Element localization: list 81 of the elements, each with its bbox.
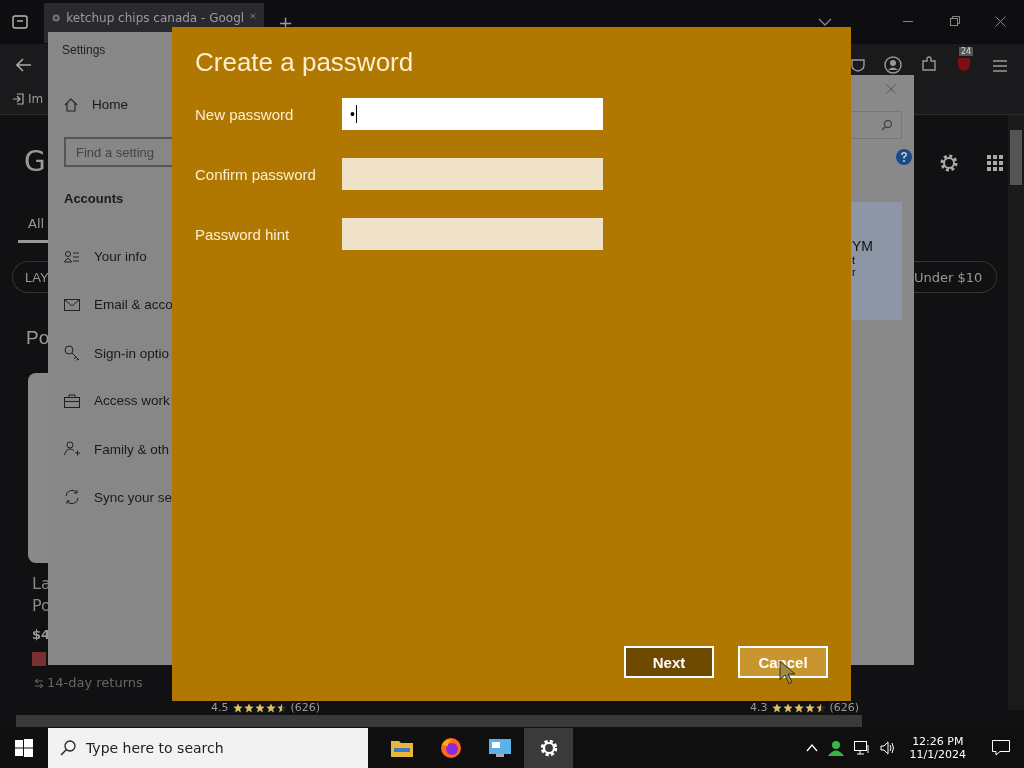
nav-item[interactable]: Sync your se bbox=[64, 489, 173, 505]
network-icon[interactable] bbox=[853, 741, 870, 755]
password-field[interactable] bbox=[342, 218, 603, 250]
star-icon bbox=[265, 702, 276, 713]
star-icon bbox=[232, 702, 243, 713]
folder-icon bbox=[390, 739, 413, 757]
help-icon[interactable] bbox=[896, 149, 912, 165]
windows-start-icon[interactable] bbox=[15, 739, 33, 757]
search-icon bbox=[60, 740, 76, 756]
sync-icon bbox=[64, 489, 80, 505]
star-icon bbox=[243, 702, 254, 713]
section-heading: Accounts bbox=[64, 191, 124, 206]
taskbar-search-field[interactable]: Type here to search bbox=[48, 728, 368, 768]
monitor-icon bbox=[488, 739, 511, 757]
add-person-icon bbox=[64, 441, 80, 457]
scrollbar[interactable] bbox=[16, 715, 862, 727]
back-arrow-icon[interactable] bbox=[16, 58, 32, 72]
briefcase-icon bbox=[64, 393, 80, 408]
speaker-icon[interactable] bbox=[879, 741, 896, 755]
notification-icon[interactable] bbox=[992, 740, 1010, 756]
contact-card-icon bbox=[64, 249, 80, 264]
minimize-icon[interactable] bbox=[903, 21, 913, 23]
scrollbar[interactable] bbox=[1008, 115, 1024, 710]
nav-item[interactable]: Family & oth bbox=[64, 441, 170, 457]
star-icon bbox=[804, 702, 815, 713]
close-icon[interactable] bbox=[995, 16, 1006, 27]
star-icon bbox=[815, 702, 826, 713]
search-icon bbox=[881, 119, 893, 131]
logo-letter: G bbox=[24, 145, 46, 178]
close-icon[interactable] bbox=[250, 11, 256, 21]
nav-item[interactable]: Access work bbox=[64, 393, 170, 408]
nav-item[interactable]: Sign-in optio bbox=[64, 345, 170, 361]
field-label: New password bbox=[195, 105, 295, 123]
rating-count: (626) bbox=[829, 701, 860, 714]
password-field[interactable] bbox=[342, 158, 603, 190]
search-tab[interactable]: All bbox=[28, 216, 45, 231]
star-icon bbox=[782, 702, 793, 713]
return-arrow-icon bbox=[34, 679, 44, 688]
rating-score: 4.5 bbox=[211, 701, 229, 714]
field-label: Confirm password bbox=[195, 165, 317, 183]
chevron-up-icon[interactable] bbox=[805, 744, 818, 752]
dialog-title: Create a password bbox=[195, 47, 415, 78]
shield-icon[interactable] bbox=[850, 58, 866, 72]
nav-item[interactable]: Your info bbox=[64, 249, 147, 264]
chevron-down-icon[interactable] bbox=[818, 18, 832, 26]
star-icon bbox=[771, 702, 782, 713]
account-icon[interactable] bbox=[884, 56, 902, 74]
field-label: Password hint bbox=[195, 225, 291, 243]
store-logo-icon bbox=[32, 652, 46, 666]
menu-icon[interactable] bbox=[993, 60, 1007, 72]
fox-globe-icon bbox=[439, 737, 462, 759]
settings-icon bbox=[538, 738, 559, 758]
home-icon bbox=[64, 97, 78, 112]
window-title: Settings bbox=[62, 43, 106, 57]
mail-icon bbox=[64, 298, 80, 311]
taskbar-app[interactable] bbox=[524, 728, 573, 768]
person-icon[interactable] bbox=[827, 740, 844, 756]
import-icon[interactable] bbox=[12, 93, 24, 105]
tab-list-icon[interactable] bbox=[12, 15, 28, 29]
notification-badge: 24 bbox=[959, 47, 974, 56]
settings-icon[interactable] bbox=[938, 152, 960, 174]
star-icon bbox=[276, 702, 287, 713]
restore-icon[interactable] bbox=[950, 16, 960, 26]
key-icon bbox=[64, 345, 80, 361]
next-button[interactable]: Next bbox=[624, 646, 714, 678]
apps-grid-icon[interactable] bbox=[986, 154, 1004, 172]
panel-text: t bbox=[852, 254, 857, 266]
product-price: $4 bbox=[32, 627, 51, 642]
section-heading: Po bbox=[26, 327, 50, 349]
nav-item[interactable]: Email & acco bbox=[64, 297, 173, 312]
clock[interactable]: 12:26 PM 11/1/2024 bbox=[909, 735, 966, 761]
star-icon bbox=[793, 702, 804, 713]
returns-text: 14-day returns bbox=[47, 675, 143, 690]
panel-text: r bbox=[852, 266, 857, 278]
panel-text: YM bbox=[852, 238, 874, 254]
star-icon bbox=[254, 702, 265, 713]
password-field[interactable]: • bbox=[342, 98, 603, 130]
rating-count: (626) bbox=[290, 701, 321, 714]
nav-item[interactable]: Home bbox=[64, 97, 128, 112]
rating-score: 4.3 bbox=[750, 701, 768, 714]
bookmark-link[interactable]: Im bbox=[28, 92, 44, 106]
